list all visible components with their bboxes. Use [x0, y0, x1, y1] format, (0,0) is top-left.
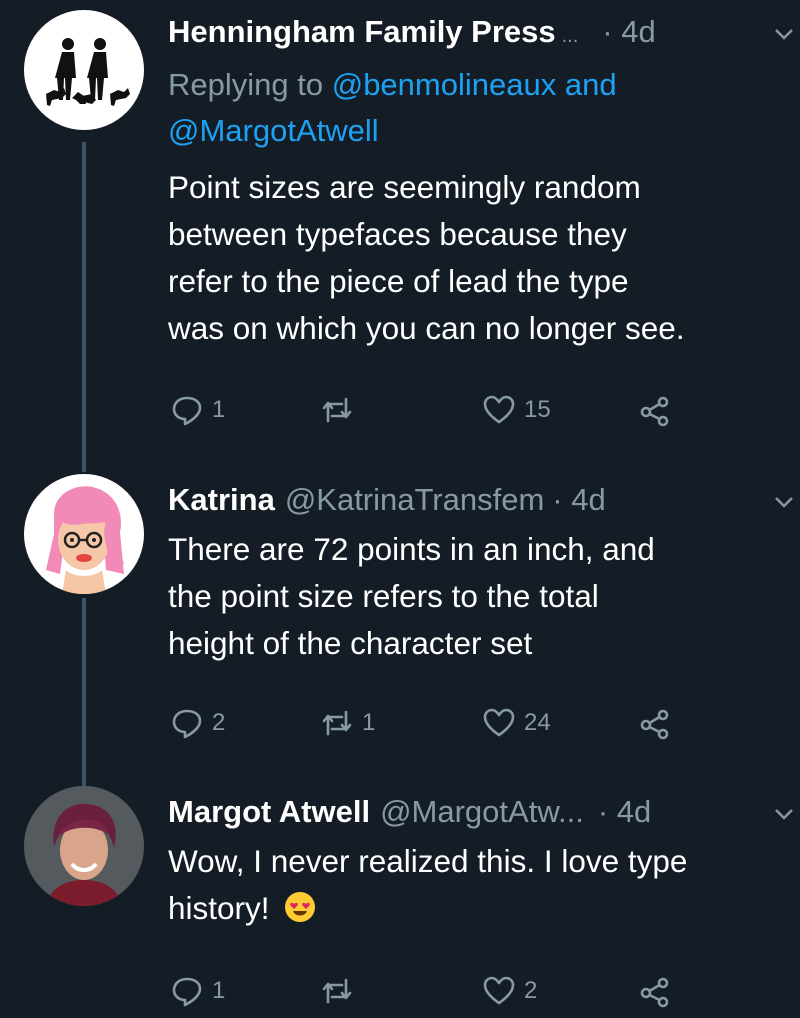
timestamp[interactable]: · 4d: [598, 794, 651, 830]
reply-button[interactable]: 1: [170, 974, 225, 1008]
chevron-down-icon[interactable]: [772, 490, 796, 514]
mention-margotatwell[interactable]: @MargotAtwell: [168, 113, 379, 148]
tweet-text-line: height of the character set: [168, 625, 533, 661]
tweet-text-line-with-emoji: history!: [168, 885, 778, 932]
reply-count: 1: [212, 977, 226, 1004]
share-button[interactable]: [638, 974, 672, 1008]
user-handle[interactable]: @MargotAtw...: [380, 794, 584, 830]
like-count: 24: [524, 709, 551, 736]
cartoon-avatar-icon: [46, 486, 124, 594]
tweet-margot[interactable]: Margot Atwell @MargotAtw... · 4d Wow, I …: [0, 780, 800, 1018]
retweet-button[interactable]: 1: [320, 706, 375, 740]
like-button[interactable]: 15: [482, 393, 551, 427]
reply-count: 1: [212, 396, 226, 423]
retweet-icon: [322, 978, 352, 1004]
chevron-down-icon[interactable]: [772, 802, 796, 826]
timestamp[interactable]: · 4d: [552, 482, 605, 518]
tweet-text-line: was on which you can no longer see.: [168, 310, 685, 346]
reply-button[interactable]: 1: [170, 393, 225, 427]
share-icon: [640, 396, 669, 427]
tweet-text-line: between typefaces because they: [168, 216, 627, 252]
heart-icon: [483, 708, 515, 737]
mention-and: and: [556, 67, 617, 102]
reply-count: 2: [212, 709, 226, 736]
share-icon: [640, 977, 669, 1008]
tweet-text-line: Wow, I never realized this. I love type: [168, 843, 688, 879]
tweet-text-line: refer to the piece of lead the type: [168, 263, 629, 299]
user-handle[interactable]: @KatrinaTransfem: [285, 482, 544, 518]
reply-icon: [172, 396, 202, 426]
retweet-icon: [322, 710, 352, 736]
profile-photo-icon: [24, 786, 144, 906]
chevron-down-icon[interactable]: [772, 22, 796, 46]
replying-to: Replying to @benmolineaux and @MargotAtw…: [168, 62, 617, 154]
silhouette-figures-icon: [46, 38, 130, 106]
thread-line: [82, 142, 86, 472]
retweet-count: 1: [362, 709, 376, 736]
avatar-henningham[interactable]: [24, 10, 144, 130]
tweet-henningham[interactable]: Henningham Family Press ... · 4d Replyin…: [0, 0, 800, 472]
timestamp[interactable]: · 4d: [602, 14, 655, 50]
avatar-margot[interactable]: [24, 786, 144, 906]
like-count: 2: [524, 977, 538, 1004]
mention-benmolineaux[interactable]: @benmolineaux: [332, 67, 557, 102]
reply-icon: [172, 977, 202, 1007]
heart-eyes-emoji-icon: [285, 892, 316, 922]
share-button[interactable]: [638, 393, 672, 427]
retweet-button[interactable]: [320, 393, 362, 427]
like-button[interactable]: 2: [482, 974, 537, 1008]
tweet-text: Point sizes are seemingly random between…: [168, 164, 778, 352]
retweet-button[interactable]: [320, 974, 362, 1008]
share-icon: [640, 709, 669, 740]
share-button[interactable]: [638, 706, 672, 740]
display-name[interactable]: Margot Atwell: [168, 794, 370, 830]
tweet-actions: 1 2: [170, 974, 690, 1014]
tweet-text: Wow, I never realized this. I love type …: [168, 838, 778, 932]
tweet-katrina[interactable]: Katrina @KatrinaTransfem · 4d There are …: [0, 468, 800, 788]
thread-line: [82, 598, 86, 788]
tweet-text-line: Point sizes are seemingly random: [168, 169, 641, 205]
avatar-katrina[interactable]: [24, 474, 144, 594]
like-button[interactable]: 24: [482, 706, 551, 740]
tweet-header: Katrina @KatrinaTransfem · 4d: [168, 482, 770, 526]
heart-icon: [483, 976, 515, 1005]
retweet-icon: [322, 397, 352, 423]
reply-icon: [172, 709, 202, 739]
like-count: 15: [524, 396, 551, 423]
reply-button[interactable]: 2: [170, 706, 225, 740]
replying-to-label: Replying to: [168, 67, 332, 102]
tweet-header: Henningham Family Press ... · 4d: [168, 14, 770, 58]
tweet-text: There are 72 points in an inch, and the …: [168, 526, 778, 667]
tweet-text-line: history!: [168, 890, 270, 926]
tweet-actions: 2 1 24: [170, 706, 690, 746]
tweet-text-line: the point size refers to the total: [168, 578, 599, 614]
tweet-header: Margot Atwell @MargotAtw... · 4d: [168, 794, 770, 838]
tweet-actions: 1 15: [170, 393, 690, 433]
display-name[interactable]: Katrina: [168, 482, 275, 518]
tweet-text-line: There are 72 points in an inch, and: [168, 531, 655, 567]
display-name[interactable]: Henningham Family Press: [168, 14, 556, 50]
name-ellipsis: ...: [561, 25, 579, 47]
heart-icon: [483, 395, 515, 424]
